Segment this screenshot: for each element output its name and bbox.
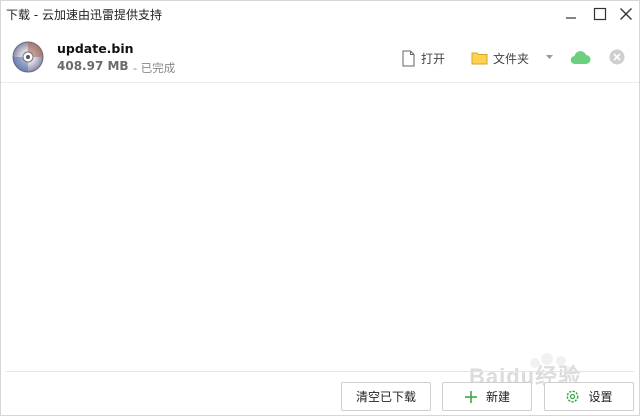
- open-file-button[interactable]: 打开: [401, 48, 445, 68]
- disc-icon: [12, 41, 44, 73]
- footer-divider: [6, 371, 634, 372]
- open-label: 打开: [421, 51, 446, 66]
- document-icon: [402, 50, 415, 66]
- cloud-icon[interactable]: [570, 49, 591, 65]
- new-download-button[interactable]: 新建: [442, 382, 532, 411]
- file-size: 408.97 MB: [57, 59, 129, 73]
- close-icon: [620, 8, 632, 20]
- folder-label: 文件夹: [493, 51, 530, 66]
- close-circle-icon[interactable]: [609, 49, 625, 65]
- download-window: 下载 - 云加速由迅雷提供支持 update.bin 408.97 MB - 已…: [0, 0, 640, 416]
- clear-downloaded-button[interactable]: 清空已下载: [341, 382, 431, 411]
- caret-down-icon[interactable]: [545, 54, 554, 60]
- settings-label: 设置: [588, 390, 613, 404]
- folder-icon: [471, 52, 488, 65]
- settings-button[interactable]: 设置: [544, 382, 634, 411]
- close-button[interactable]: [617, 5, 635, 23]
- maximize-button[interactable]: [591, 5, 609, 23]
- window-title: 下载 - 云加速由迅雷提供支持: [6, 8, 162, 22]
- download-status: - 已完成: [133, 61, 176, 75]
- maximize-icon: [593, 7, 607, 21]
- title-bar: 下载 - 云加速由迅雷提供支持: [1, 1, 639, 27]
- download-item[interactable]: update.bin 408.97 MB - 已完成 打开 文件夹: [1, 34, 639, 83]
- open-folder-button[interactable]: 文件夹: [471, 48, 529, 68]
- file-name: update.bin: [57, 41, 134, 56]
- download-list-area: [1, 83, 639, 369]
- plus-icon: [464, 390, 477, 403]
- new-download-label: 新建: [485, 390, 510, 404]
- gear-icon: [567, 390, 579, 403]
- minimize-icon: [566, 17, 576, 19]
- minimize-button[interactable]: [562, 5, 580, 23]
- clear-downloaded-label: 清空已下载: [355, 390, 416, 404]
